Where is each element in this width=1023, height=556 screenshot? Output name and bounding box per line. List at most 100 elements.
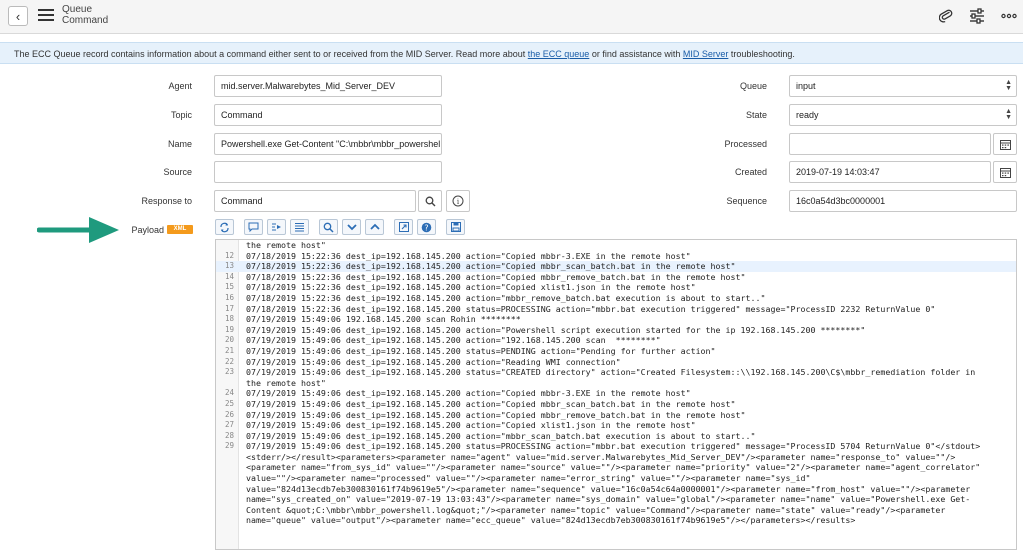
sequence-field[interactable]: 16c0a54d3bc0000001 bbox=[789, 190, 1017, 212]
search-icon bbox=[425, 196, 435, 206]
line-text: value="824d13ecdb7eb300830161f74b9619e5"… bbox=[246, 483, 971, 494]
line-text: 07/18/2019 15:22:36 dest_ip=192.168.145.… bbox=[246, 271, 746, 282]
info-banner: The ECC Queue record contains informatio… bbox=[0, 42, 1023, 64]
line-number: 26 bbox=[224, 409, 234, 419]
paperclip-icon[interactable] bbox=[939, 8, 953, 24]
find-previous-button[interactable] bbox=[365, 219, 384, 235]
hamburger-menu-icon[interactable] bbox=[38, 9, 54, 23]
processed-label: Processed bbox=[724, 139, 767, 149]
code-line: 23 07/19/2019 15:49:06 dest_ip=192.168.14… bbox=[216, 367, 1016, 378]
payload-code-editor[interactable]: the remote host" 12 07/18/2019 15:22:36 de… bbox=[215, 239, 1017, 550]
state-select[interactable]: ready ▲ ▼ bbox=[789, 104, 1017, 126]
line-text: 07/19/2019 15:49:06 dest_ip=192.168.145.… bbox=[246, 441, 981, 452]
help-icon: ? bbox=[421, 222, 432, 232]
line-text: 07/19/2019 15:49:06 dest_ip=192.168.145.… bbox=[246, 356, 621, 367]
line-text: <stderr/></result><parameters><parameter… bbox=[246, 451, 956, 462]
chevron-down-icon bbox=[346, 224, 357, 231]
response-info-button[interactable]: i bbox=[446, 190, 470, 212]
topic-field[interactable]: Command bbox=[214, 104, 442, 126]
code-line: 14 07/18/2019 15:22:36 dest_ip=192.168.14… bbox=[216, 272, 1016, 283]
line-text: 07/19/2019 15:49:06 dest_ip=192.168.145.… bbox=[246, 367, 976, 378]
queue-select[interactable]: input ▲ ▼ bbox=[789, 75, 1017, 97]
code-line: 26 07/19/2019 15:49:06 dest_ip=192.168.14… bbox=[216, 410, 1016, 421]
format-button[interactable] bbox=[267, 219, 286, 235]
mid-server-link[interactable]: MID Server bbox=[683, 49, 729, 59]
line-text: the remote host" bbox=[246, 377, 326, 388]
line-text: 07/18/2019 15:22:36 dest_ip=192.168.145.… bbox=[246, 292, 766, 303]
line-text: name="queue" value="output"/><parameter … bbox=[246, 515, 856, 526]
line-number: 25 bbox=[224, 398, 234, 408]
line-number: 17 bbox=[224, 303, 234, 313]
created-field[interactable]: 2019-07-19 14:03:47 bbox=[789, 161, 991, 183]
state-label: State bbox=[745, 110, 767, 120]
fullscreen-button[interactable] bbox=[394, 219, 413, 235]
refresh-arrows-icon bbox=[220, 222, 229, 232]
search-code-button[interactable] bbox=[319, 219, 338, 235]
created-calendar-button[interactable] bbox=[993, 161, 1017, 183]
line-text: value=""/><parameter name="processed" va… bbox=[246, 473, 811, 484]
queue-label: Queue bbox=[739, 81, 767, 91]
save-icon bbox=[450, 222, 461, 232]
more-options-icon[interactable] bbox=[1001, 13, 1017, 19]
created-label: Created bbox=[734, 167, 767, 177]
svg-text:?: ? bbox=[424, 223, 428, 232]
save-button[interactable] bbox=[446, 219, 465, 235]
source-label: Source bbox=[163, 167, 192, 177]
name-label: Name bbox=[167, 139, 192, 149]
line-number: 28 bbox=[224, 430, 234, 440]
line-text: 07/18/2019 15:22:36 dest_ip=192.168.145.… bbox=[246, 282, 696, 293]
find-next-button[interactable] bbox=[342, 219, 361, 235]
agent-field[interactable]: mid.server.Malwarebytes_Mid_Server_DEV bbox=[214, 75, 442, 97]
line-text: 07/19/2019 15:49:06 dest_ip=192.168.145.… bbox=[246, 324, 866, 335]
line-number: 13 bbox=[224, 261, 234, 271]
code-line: 16 07/18/2019 15:22:36 dest_ip=192.168.14… bbox=[216, 293, 1016, 304]
code-line-xml: value=""/><parameter name="processed" va… bbox=[216, 473, 1016, 484]
queue-value: input bbox=[796, 81, 816, 91]
ecc-queue-link[interactable]: the ECC queue bbox=[528, 49, 590, 59]
help-button[interactable]: ? bbox=[417, 219, 436, 235]
line-text: 07/19/2019 15:49:06 dest_ip=192.168.145.… bbox=[246, 335, 661, 346]
calendar-icon bbox=[999, 167, 1011, 178]
header-title-line1: Queue bbox=[62, 4, 93, 15]
green-arrow-annotation-icon bbox=[37, 217, 119, 243]
line-text: <parameter name="from_sys_id" value=""/>… bbox=[246, 462, 981, 473]
line-number: 16 bbox=[224, 292, 234, 302]
line-number: 20 bbox=[224, 335, 234, 345]
code-line: the remote host" bbox=[216, 378, 1016, 389]
replace-button[interactable] bbox=[290, 219, 309, 235]
response-to-field[interactable]: Command bbox=[214, 190, 416, 212]
state-value: ready bbox=[796, 110, 819, 120]
name-field[interactable]: Powershell.exe Get-Content "C:\mbbr\mbbr… bbox=[214, 133, 442, 155]
code-line: 18 07/19/2019 15:49:06 192.168.145.200 sc… bbox=[216, 314, 1016, 325]
code-line: 28 07/19/2019 15:49:06 dest_ip=192.168.14… bbox=[216, 431, 1016, 442]
calendar-icon bbox=[999, 139, 1011, 150]
processed-calendar-button[interactable] bbox=[993, 133, 1017, 155]
code-line: 22 07/19/2019 15:49:06 dest_ip=192.168.14… bbox=[216, 357, 1016, 368]
processed-field[interactable] bbox=[789, 133, 991, 155]
search-icon bbox=[323, 222, 334, 233]
svg-text:i: i bbox=[457, 198, 460, 206]
sequence-label: Sequence bbox=[726, 196, 767, 206]
line-text: 07/18/2019 15:22:36 dest_ip=192.168.145.… bbox=[246, 261, 736, 272]
code-line: 13 07/18/2019 15:22:36 dest_ip=192.168.14… bbox=[216, 261, 1016, 272]
select-arrows-icon: ▲ ▼ bbox=[1005, 108, 1012, 121]
line-text: name="sys_created_on" value="2019-07-19 … bbox=[246, 494, 971, 505]
source-field[interactable] bbox=[214, 161, 442, 183]
comment-button[interactable] bbox=[244, 219, 263, 235]
toggle-editor-button[interactable] bbox=[215, 219, 234, 235]
line-number: 27 bbox=[224, 420, 234, 430]
line-text: 07/19/2019 15:49:06 dest_ip=192.168.145.… bbox=[246, 420, 696, 431]
info-icon: i bbox=[452, 195, 464, 207]
line-text: 07/19/2019 15:49:06 192.168.145.200 scan… bbox=[246, 314, 521, 325]
settings-sliders-icon[interactable] bbox=[969, 8, 985, 24]
code-line: 21 07/19/2019 15:49:06 dest_ip=192.168.14… bbox=[216, 346, 1016, 357]
xml-badge[interactable]: XML bbox=[167, 225, 193, 234]
banner-text: The ECC Queue record contains informatio… bbox=[14, 49, 528, 59]
line-number: 29 bbox=[224, 441, 234, 451]
select-arrows-icon: ▲ ▼ bbox=[1005, 79, 1012, 92]
code-line: 12 07/18/2019 15:22:36 dest_ip=192.168.14… bbox=[216, 251, 1016, 262]
response-lookup-button[interactable] bbox=[418, 190, 442, 212]
line-text: Content &quot;C:\mbbr\mbbr_powershell.lo… bbox=[246, 504, 946, 515]
back-button[interactable]: ‹ bbox=[8, 6, 28, 26]
code-line-xml: value="824d13ecdb7eb300830161f74b9619e5"… bbox=[216, 484, 1016, 495]
